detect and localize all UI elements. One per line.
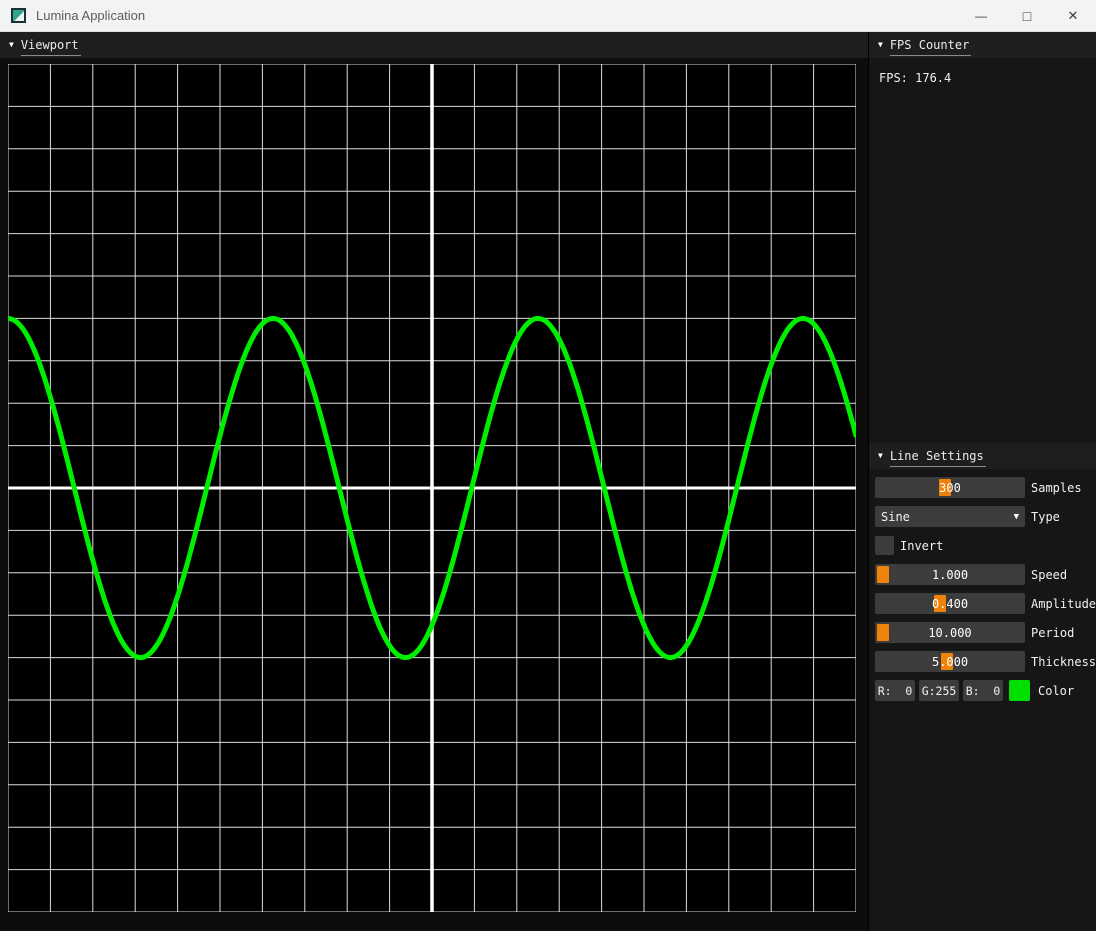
- close-icon: ✕: [1068, 8, 1079, 24]
- viewport-canvas-area: [0, 58, 868, 931]
- amplitude-value: 0.400: [875, 593, 1025, 614]
- amplitude-label: Amplitude: [1031, 597, 1096, 611]
- minimize-button[interactable]: —: [958, 0, 1004, 31]
- window-title: Lumina Application: [36, 8, 145, 23]
- thickness-label: Thickness: [1031, 655, 1096, 669]
- amplitude-slider[interactable]: 0.400: [875, 593, 1025, 614]
- samples-label: Samples: [1031, 481, 1082, 495]
- amplitude-row: 0.400 Amplitude: [875, 593, 1096, 614]
- type-row: Sine ▼ Type: [875, 506, 1096, 527]
- period-slider[interactable]: 10.000: [875, 622, 1025, 643]
- viewport-panel-header[interactable]: ▼ Viewport: [0, 32, 868, 58]
- samples-row: 300 Samples: [875, 477, 1096, 498]
- period-row: 10.000 Period: [875, 622, 1096, 643]
- viewport-tab-label[interactable]: Viewport: [21, 32, 81, 58]
- thickness-row: 5.000 Thickness: [875, 651, 1096, 672]
- line-settings-header[interactable]: ▼ Line Settings: [869, 443, 1096, 469]
- speed-label: Speed: [1031, 568, 1067, 582]
- type-combo[interactable]: Sine ▼: [875, 506, 1025, 527]
- fps-text: FPS: 176.4: [879, 71, 951, 85]
- red-field[interactable]: R: 0: [875, 680, 915, 701]
- type-value: Sine: [881, 510, 910, 524]
- fps-panel-body: FPS: 176.4: [869, 58, 1096, 443]
- invert-row: Invert: [875, 535, 1096, 556]
- invert-checkbox[interactable]: [875, 536, 894, 555]
- speed-slider[interactable]: 1.000: [875, 564, 1025, 585]
- thickness-slider[interactable]: 5.000: [875, 651, 1025, 672]
- collapse-arrow-icon[interactable]: ▼: [9, 40, 14, 49]
- chevron-down-icon[interactable]: ▼: [1014, 512, 1019, 522]
- samples-slider[interactable]: 300: [875, 477, 1025, 498]
- blue-field[interactable]: B: 0: [963, 680, 1003, 701]
- samples-value: 300: [875, 477, 1025, 498]
- fps-tab-label[interactable]: FPS Counter: [890, 32, 971, 58]
- type-label: Type: [1031, 510, 1060, 524]
- app-icon: [11, 8, 26, 23]
- sidebar: ▼ FPS Counter FPS: 176.4 ▼ Line Settings…: [868, 32, 1096, 931]
- app-area: ▼ Viewport ▼ FPS Counter FPS: 176.4 ▼ Li…: [0, 32, 1096, 931]
- line-settings-controls: 300 Samples Sine ▼ Type Invert: [869, 469, 1096, 701]
- green-field[interactable]: G:255: [919, 680, 959, 701]
- window-titlebar[interactable]: Lumina Application — □ ✕: [0, 0, 1096, 32]
- viewport-canvas[interactable]: [8, 64, 856, 912]
- minimize-icon: —: [975, 9, 987, 23]
- thickness-value: 5.000: [875, 651, 1025, 672]
- collapse-arrow-icon[interactable]: ▼: [878, 451, 883, 460]
- invert-label: Invert: [900, 539, 943, 553]
- speed-value: 1.000: [875, 564, 1025, 585]
- period-value: 10.000: [875, 622, 1025, 643]
- viewport-panel: ▼ Viewport: [0, 32, 868, 931]
- line-settings-tab-label[interactable]: Line Settings: [890, 443, 986, 469]
- fps-panel-header[interactable]: ▼ FPS Counter: [869, 32, 1096, 58]
- color-swatch[interactable]: [1009, 680, 1030, 701]
- collapse-arrow-icon[interactable]: ▼: [878, 40, 883, 49]
- color-row: R: 0 G:255 B: 0 Color: [875, 680, 1096, 701]
- speed-row: 1.000 Speed: [875, 564, 1096, 585]
- color-label: Color: [1038, 684, 1074, 698]
- close-button[interactable]: ✕: [1050, 0, 1096, 31]
- maximize-icon: □: [1023, 8, 1031, 24]
- period-label: Period: [1031, 626, 1074, 640]
- maximize-button[interactable]: □: [1004, 0, 1050, 31]
